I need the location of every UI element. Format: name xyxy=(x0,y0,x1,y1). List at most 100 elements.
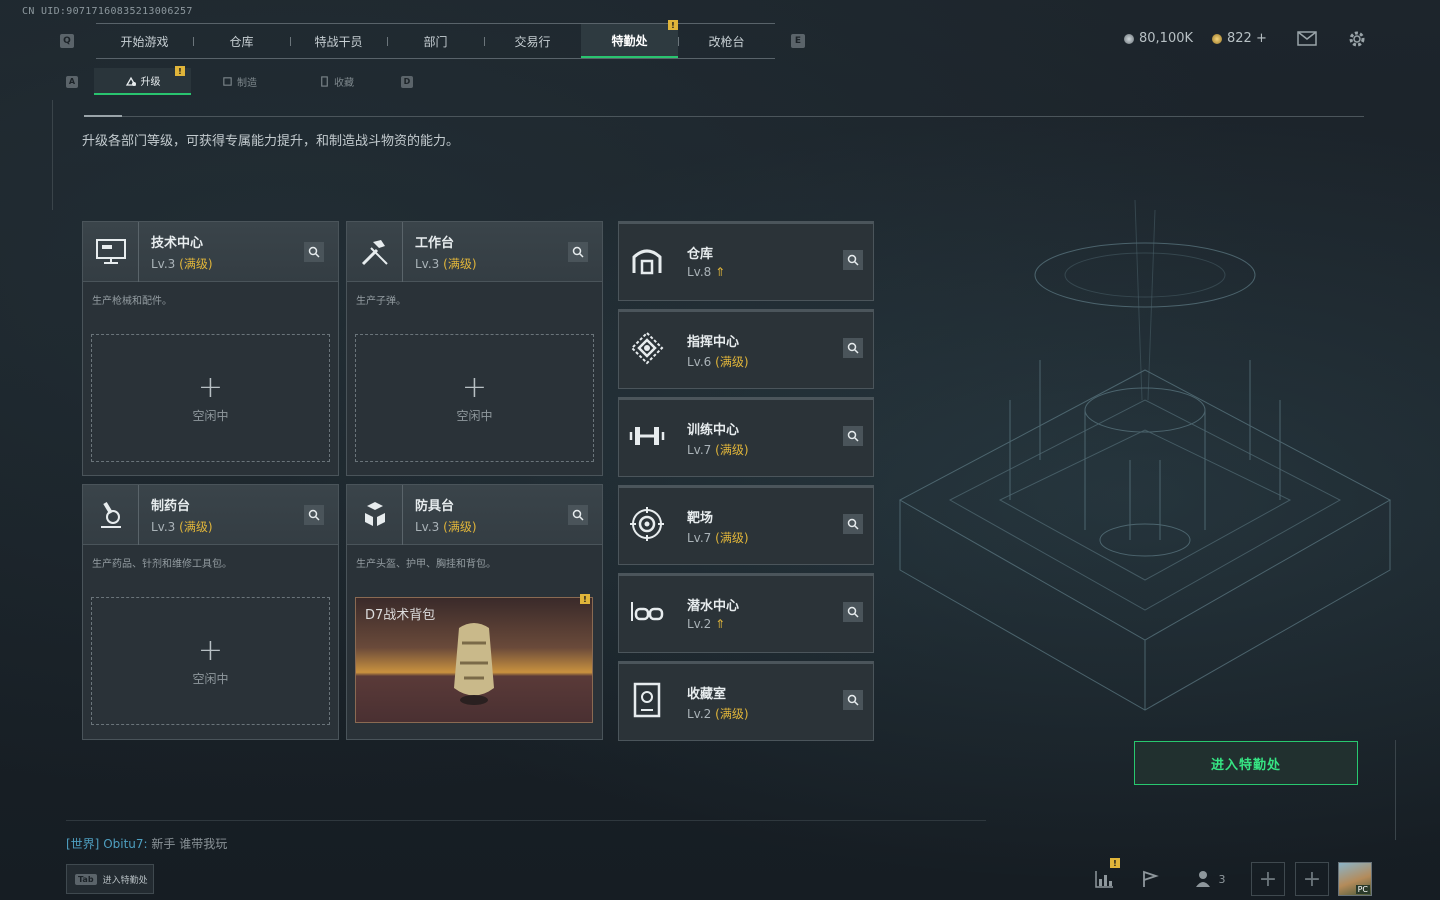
avatar[interactable]: PC xyxy=(1338,862,1372,896)
add-team-slot-button[interactable]: + xyxy=(1251,862,1285,896)
alert-badge: ! xyxy=(1110,858,1120,868)
subtab-collection-label: 收藏 xyxy=(334,78,354,89)
dept-level: Lv.8 ⇑ xyxy=(687,265,726,279)
station-description: 生产药品、针剂和维修工具包。 xyxy=(92,559,232,570)
dept-level: Lv.2 (满级) xyxy=(687,707,749,721)
settings-gear-icon[interactable] xyxy=(1347,29,1367,53)
dept-card-collection[interactable]: 收藏室 Lv.2 (满级) xyxy=(618,661,874,741)
search-icon[interactable] xyxy=(843,514,863,534)
alert-badge: ! xyxy=(175,66,185,76)
station-description: 生产枪械和配件。 xyxy=(92,296,172,307)
divider xyxy=(66,820,986,821)
main-nav: Q 开始游戏 仓库 特战干员 部门 交易行 特勤处 ! 改枪台 E xyxy=(60,20,805,59)
dept-card-warehouse[interactable]: 仓库 Lv.8 ⇑ xyxy=(618,221,874,301)
search-icon[interactable] xyxy=(843,690,863,710)
friends-button[interactable]: 3 xyxy=(1188,862,1232,896)
craft-slot-empty[interactable]: + 空闲中 xyxy=(91,334,330,462)
tab-special-ops[interactable]: 特勤处 ! xyxy=(581,20,678,58)
slot-status: 空闲中 xyxy=(456,408,493,423)
tab-gunsmith[interactable]: 改枪台 xyxy=(678,24,775,58)
slot-status: 空闲中 xyxy=(192,408,229,423)
alert-badge: ! xyxy=(580,594,590,604)
chat-channel: [世界] xyxy=(66,837,100,851)
nav-left-key[interactable]: Q xyxy=(60,34,74,48)
search-icon[interactable] xyxy=(843,250,863,270)
station-level: Lv.3 (满级) xyxy=(415,519,477,534)
station-description: 生产头盔、护甲、胸挂和背包。 xyxy=(356,559,496,570)
chat-message: 新手 谁带我玩 xyxy=(151,837,228,851)
bar-chart-icon xyxy=(1095,871,1113,888)
frame-line xyxy=(1395,740,1396,840)
chat-line[interactable]: [世界] Obitu7: 新手 谁带我玩 xyxy=(66,835,227,852)
tab-operators[interactable]: 特战干员 xyxy=(290,24,387,58)
station-level: Lv.3 (满级) xyxy=(151,256,213,271)
search-icon[interactable] xyxy=(304,505,324,525)
craft-slot-item[interactable]: D7战术背包 ! xyxy=(355,594,593,723)
plus-icon: + xyxy=(461,369,488,405)
flag-icon xyxy=(1143,870,1159,887)
page-description: 升级各部门等级，可获得专属能力提升，和制造战斗物资的能力。 xyxy=(82,134,460,149)
gold-coin-icon xyxy=(1212,33,1222,44)
enter-special-ops-button[interactable]: 进入特勤处 xyxy=(1134,741,1358,785)
station-level: Lv.3 (满级) xyxy=(151,519,213,534)
subtab-upgrade[interactable]: 升级 ! xyxy=(94,66,191,95)
collection-icon xyxy=(629,682,665,718)
dept-level: Lv.7 (满级) xyxy=(687,443,749,457)
search-icon[interactable] xyxy=(843,602,863,622)
craft-slot-empty[interactable]: + 空闲中 xyxy=(91,597,330,725)
subtab-collection[interactable]: 收藏 xyxy=(288,68,385,95)
upgrade-icon xyxy=(125,76,136,86)
armor-blocks-icon xyxy=(347,484,403,545)
plus-icon: + xyxy=(197,632,224,668)
tab-hint-label: 进入特勤处 xyxy=(102,875,148,886)
dumbbell-icon xyxy=(629,418,665,454)
subnav-left-key[interactable]: A xyxy=(66,75,78,88)
stats-button[interactable]: ! xyxy=(1086,858,1122,896)
craft-slot-empty[interactable]: + 空闲中 xyxy=(355,334,594,462)
search-icon[interactable] xyxy=(568,242,588,262)
tab-department[interactable]: 部门 xyxy=(387,24,484,58)
tab-start-game[interactable]: 开始游戏 xyxy=(96,24,193,58)
dept-name: 潜水中心 xyxy=(687,599,740,614)
search-icon[interactable] xyxy=(568,505,588,525)
dept-level: Lv.6 (满级) xyxy=(687,355,749,369)
warehouse-icon xyxy=(629,242,665,278)
divider xyxy=(84,116,1364,117)
silver-currency: 80,100K xyxy=(1124,31,1193,46)
subtab-upgrade-label: 升级 xyxy=(140,77,161,88)
slot-status: 空闲中 xyxy=(192,671,229,686)
dept-card-diving[interactable]: 潜水中心 Lv.2 ⇑ xyxy=(618,573,874,653)
station-card-pharmacy[interactable]: 制药台 Lv.3 (满级) 生产药品、针剂和维修工具包。 + 空闲中 xyxy=(82,484,339,740)
tab-hint[interactable]: Tab 进入特勤处 xyxy=(66,864,154,894)
frame-line xyxy=(52,100,53,210)
dept-name: 收藏室 xyxy=(687,687,727,702)
station-name: 防具台 xyxy=(415,498,455,514)
dept-card-training[interactable]: 训练中心 Lv.7 (满级) xyxy=(618,397,874,477)
nav-right-key[interactable]: E xyxy=(791,34,805,48)
craft-icon xyxy=(223,77,232,86)
dept-level: Lv.2 ⇑ xyxy=(687,617,726,631)
add-team-slot-button[interactable]: + xyxy=(1295,862,1329,896)
base-wireframe-illustration xyxy=(898,200,1392,711)
dept-card-range[interactable]: 靶场 Lv.7 (满级) xyxy=(618,485,874,565)
mail-icon[interactable] xyxy=(1297,31,1317,50)
divider-accent xyxy=(84,115,122,117)
search-icon[interactable] xyxy=(843,426,863,446)
silver-amount: 80,100K xyxy=(1139,31,1194,46)
subnav-right-key[interactable]: D xyxy=(401,75,413,88)
tab-trading[interactable]: 交易行 xyxy=(484,24,581,58)
friends-count: 3 xyxy=(1218,872,1226,886)
tab-warehouse[interactable]: 仓库 xyxy=(193,24,290,58)
goggles-icon xyxy=(629,594,665,630)
search-icon[interactable] xyxy=(843,338,863,358)
dept-card-command[interactable]: 指挥中心 Lv.6 (满级) xyxy=(618,309,874,389)
flag-button[interactable] xyxy=(1132,862,1168,896)
gold-currency[interactable]: 822 + xyxy=(1212,31,1267,46)
station-name: 工作台 xyxy=(415,235,455,251)
station-card-workbench[interactable]: 工作台 Lv.3 (满级) 生产子弹。 + 空闲中 xyxy=(346,221,603,476)
silver-coin-icon xyxy=(1124,33,1134,44)
search-icon[interactable] xyxy=(304,242,324,262)
station-description: 生产子弹。 xyxy=(356,296,406,307)
station-card-tech[interactable]: 技术中心 Lv.3 (满级) 生产枪械和配件。 + 空闲中 xyxy=(82,221,339,476)
subtab-craft[interactable]: 制造 xyxy=(191,68,288,95)
